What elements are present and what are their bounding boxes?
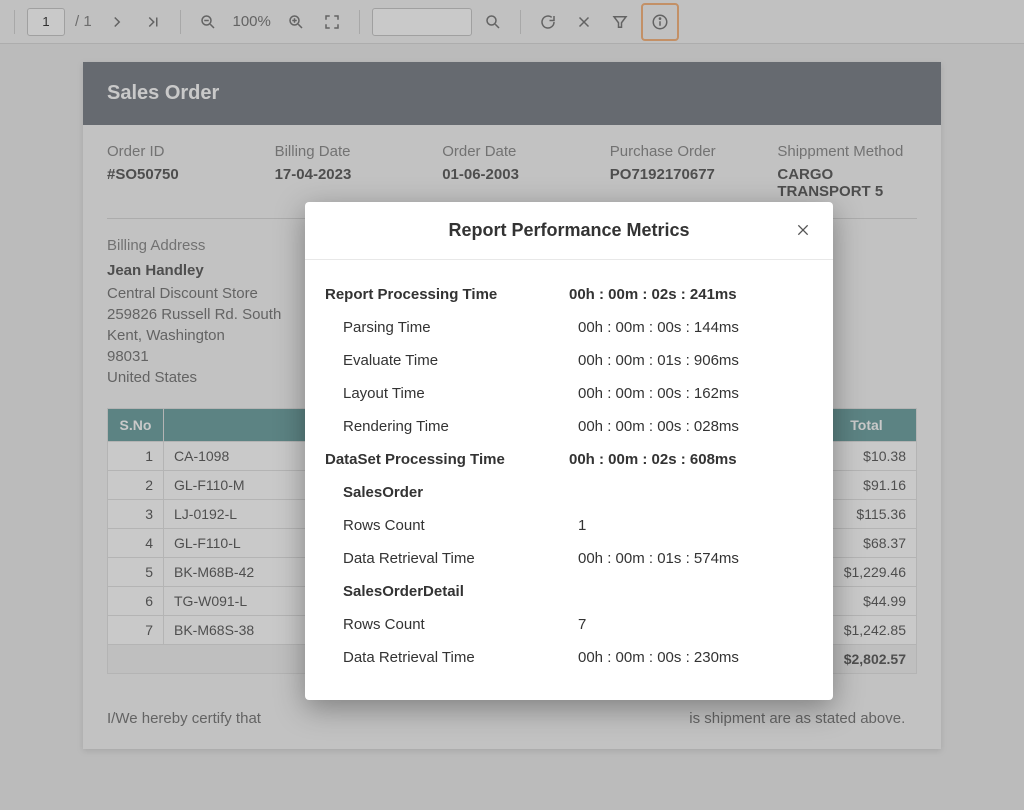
dialog-body: Report Processing Time00h : 00m : 02s : … [305, 260, 833, 700]
info-button-highlight [641, 3, 679, 41]
search-input[interactable] [372, 8, 472, 36]
metric-row: DataSet Processing Time00h : 00m : 02s :… [315, 443, 823, 476]
metric-label: Layout Time [325, 385, 578, 402]
metric-label: SalesOrder [325, 484, 578, 501]
col-sno: S.No [108, 409, 164, 442]
metric-value: 00h : 00m : 00s : 144ms [578, 319, 813, 336]
viewer-toolbar: / 1 100% [0, 0, 1024, 44]
metric-label: Report Processing Time [325, 286, 569, 303]
close-icon[interactable] [789, 216, 817, 244]
metric-label: Rendering Time [325, 418, 578, 435]
page-number-input[interactable] [27, 8, 65, 36]
metric-value: 1 [578, 517, 813, 534]
next-page-icon[interactable] [102, 7, 132, 37]
order-date-label: Order Date [442, 143, 582, 160]
refresh-icon[interactable] [533, 7, 563, 37]
separator [520, 10, 521, 34]
order-date-value: 01-06-2003 [442, 166, 582, 183]
metric-label: Parsing Time [325, 319, 578, 336]
metric-row: Rendering Time00h : 00m : 00s : 028ms [315, 410, 823, 443]
order-id-label: Order ID [107, 143, 247, 160]
certify-text: I/We hereby certify that is shipment are… [107, 708, 917, 731]
report-title: Sales Order [83, 62, 941, 125]
separator [180, 10, 181, 34]
cell-sno: 3 [108, 500, 164, 529]
separator [14, 10, 15, 34]
last-page-icon[interactable] [138, 7, 168, 37]
po-value: PO7192170677 [610, 166, 750, 183]
zoom-out-icon[interactable] [193, 7, 223, 37]
metric-label: Rows Count [325, 517, 578, 534]
metric-row: Rows Count7 [315, 608, 823, 641]
cell-sno: 7 [108, 616, 164, 645]
po-label: Purchase Order [610, 143, 750, 160]
metric-row: SalesOrderDetail [315, 575, 823, 608]
cell-sno: 2 [108, 471, 164, 500]
fullscreen-icon[interactable] [317, 7, 347, 37]
billing-line: 259826 Russell Rd. South [107, 304, 317, 325]
search-icon[interactable] [478, 7, 508, 37]
metric-row: Parsing Time00h : 00m : 00s : 144ms [315, 311, 823, 344]
metric-row: Report Processing Time00h : 00m : 02s : … [315, 278, 823, 311]
cell-sno: 5 [108, 558, 164, 587]
metric-label: DataSet Processing Time [325, 451, 569, 468]
metric-value: 00h : 00m : 02s : 608ms [569, 451, 813, 468]
billing-date-value: 17-04-2023 [275, 166, 415, 183]
billing-name: Jean Handley [107, 262, 317, 279]
zoom-level[interactable]: 100% [229, 13, 275, 30]
metric-value: 7 [578, 616, 813, 633]
filter-icon[interactable] [605, 7, 635, 37]
metric-value: 00h : 00m : 00s : 028ms [578, 418, 813, 435]
metric-value: 00h : 00m : 00s : 162ms [578, 385, 813, 402]
metric-label: Data Retrieval Time [325, 550, 578, 567]
info-icon[interactable] [645, 7, 675, 37]
cell-sno: 4 [108, 529, 164, 558]
metric-value [578, 583, 813, 600]
metric-label: Data Retrieval Time [325, 649, 578, 666]
metric-value [578, 484, 813, 501]
metric-value: 00h : 00m : 02s : 241ms [569, 286, 813, 303]
metric-row: Data Retrieval Time00h : 00m : 00s : 230… [315, 641, 823, 674]
metric-value: 00h : 00m : 00s : 230ms [578, 649, 813, 666]
billing-line: 98031 [107, 346, 317, 367]
separator [359, 10, 360, 34]
zoom-in-icon[interactable] [281, 7, 311, 37]
billing-line: Kent, Washington [107, 325, 317, 346]
metric-value: 00h : 00m : 01s : 906ms [578, 352, 813, 369]
metric-value: 00h : 00m : 01s : 574ms [578, 550, 813, 567]
ship-method-value: CARGO TRANSPORT 5 [777, 166, 917, 200]
billing-address-label: Billing Address [107, 237, 317, 254]
ship-method-label: Shippment Method [777, 143, 917, 160]
billing-date-label: Billing Date [275, 143, 415, 160]
metric-row: Rows Count1 [315, 509, 823, 542]
metric-label: Evaluate Time [325, 352, 578, 369]
metric-label: Rows Count [325, 616, 578, 633]
cell-sno: 6 [108, 587, 164, 616]
order-id-value: #SO50750 [107, 166, 247, 183]
metric-row: Data Retrieval Time00h : 00m : 01s : 574… [315, 542, 823, 575]
metric-row: SalesOrder [315, 476, 823, 509]
metric-label: SalesOrderDetail [325, 583, 578, 600]
performance-metrics-dialog: Report Performance Metrics Report Proces… [305, 202, 833, 700]
dialog-title: Report Performance Metrics [448, 220, 689, 241]
page-total: / 1 [71, 13, 96, 30]
billing-line: United States [107, 367, 317, 388]
close-icon[interactable] [569, 7, 599, 37]
billing-line: Central Discount Store [107, 283, 317, 304]
metric-row: Layout Time00h : 00m : 00s : 162ms [315, 377, 823, 410]
cell-sno: 1 [108, 442, 164, 471]
metric-row: Evaluate Time00h : 00m : 01s : 906ms [315, 344, 823, 377]
